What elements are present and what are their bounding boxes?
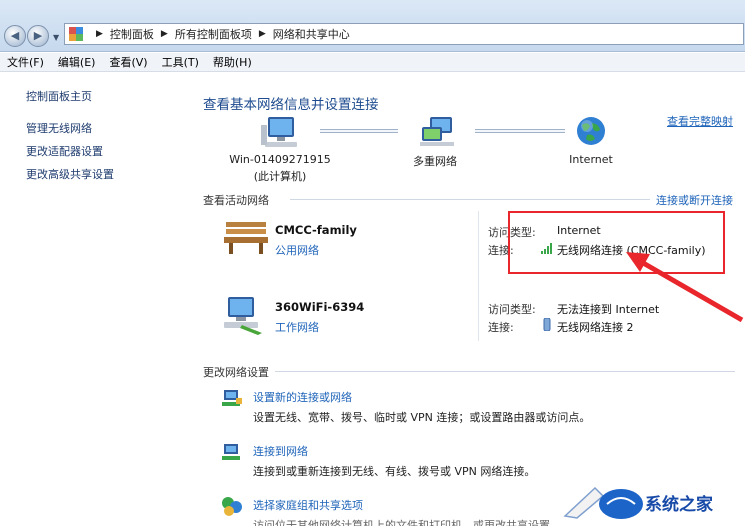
menu-view[interactable]: 查看(V) — [109, 54, 147, 70]
control-panel-icon — [69, 27, 83, 41]
back-button[interactable]: ◀ — [4, 25, 26, 47]
sidebar-item-home[interactable]: 控制面板主页 — [26, 88, 92, 104]
chevron-right-icon: ▶ — [160, 29, 168, 39]
task-description: 连接到或重新连接到无线、有线、拨号或 VPN 网络连接。 — [253, 465, 536, 478]
connection-line — [320, 129, 398, 133]
network-type-link[interactable]: 工作网络 — [275, 319, 319, 335]
setup-new-connection-link[interactable]: 设置新的连接或网络 — [253, 389, 352, 405]
breadcrumb-item-network-center[interactable]: 网络和共享中心 — [273, 26, 350, 42]
sidebar-item-advanced-sharing[interactable]: 更改高级共享设置 — [26, 166, 114, 182]
task-description: 设置无线、宽带、拨号、临时或 VPN 连接；或设置路由器或访问点。 — [253, 411, 591, 424]
public-network-bench-icon[interactable] — [222, 218, 270, 256]
computer-name: Win-01409271915 — [229, 153, 331, 166]
multiple-networks-label: 多重网络 — [413, 155, 457, 168]
breadcrumb-item-all-items[interactable]: 所有控制面板项 — [175, 26, 252, 42]
network-type-link[interactable]: 公用网络 — [275, 242, 319, 258]
address-bar[interactable]: ▶ 控制面板 ▶ 所有控制面板项 ▶ 网络和共享中心 — [64, 23, 744, 45]
menu-file[interactable]: 文件(F) — [7, 54, 44, 70]
vertical-divider — [478, 211, 479, 341]
connect-to-network-link[interactable]: 连接到网络 — [253, 443, 308, 459]
work-network-icon[interactable] — [222, 295, 268, 337]
access-type-label: 访问类型: — [488, 303, 536, 316]
change-settings-heading: 更改网络设置 — [203, 366, 269, 379]
network-name: 360WiFi-6394 — [275, 300, 365, 314]
chevron-right-icon: ▶ — [96, 29, 103, 39]
breadcrumb-item-control-panel[interactable]: 控制面板 — [110, 26, 154, 42]
annotation-arrow — [626, 252, 744, 323]
task-description: 访问位于其他网络计算机上的文件和打印机，或更改共享设置 — [253, 519, 550, 526]
multiple-networks-icon[interactable] — [420, 115, 456, 149]
connection-label: 连接: — [488, 321, 514, 334]
forward-button[interactable]: ▶ — [27, 25, 49, 47]
connection-line — [475, 129, 565, 133]
connect-to-network-icon — [222, 444, 240, 460]
computer-sub-label: (此计算机) — [253, 170, 307, 183]
menu-tools[interactable]: 工具(T) — [162, 54, 199, 70]
connect-disconnect-link[interactable]: 连接或断开连接 — [656, 192, 733, 208]
section-divider — [290, 199, 650, 200]
network-name: CMCC-family — [275, 223, 357, 237]
page-title: 查看基本网络信息并设置连接 — [203, 97, 379, 113]
sidebar-item-adapter-settings[interactable]: 更改适配器设置 — [26, 143, 103, 159]
computer-icon[interactable] — [260, 115, 300, 151]
watermark-text: 系统之家 — [645, 495, 713, 515]
chevron-right-icon: ▶ — [258, 29, 266, 39]
internet-label: Internet — [569, 153, 613, 166]
homegroup-icon — [222, 497, 242, 516]
globe-icon[interactable] — [575, 115, 607, 147]
menu-bar: 文件(F) 编辑(E) 查看(V) 工具(T) 帮助(H) — [0, 53, 745, 72]
recent-pages-dropdown[interactable]: ▼ — [53, 33, 59, 42]
section-divider — [275, 371, 735, 372]
sidebar-item-manage-wireless[interactable]: 管理无线网络 — [26, 120, 92, 136]
new-connection-icon — [222, 390, 242, 406]
active-networks-heading: 查看活动网络 — [203, 194, 269, 207]
sidebar: 控制面板主页 管理无线网络 更改适配器设置 更改高级共享设置 — [0, 73, 190, 526]
see-full-map-link[interactable]: 查看完整映射 — [667, 115, 737, 129]
homegroup-sharing-link[interactable]: 选择家庭组和共享选项 — [253, 497, 363, 513]
wireless-adapter-icon — [543, 318, 551, 331]
menu-help[interactable]: 帮助(H) — [213, 54, 252, 70]
title-bar: ◀ ▶ ▼ ▶ 控制面板 ▶ 所有控制面板项 ▶ 网络和共享中心 — [0, 0, 745, 52]
menu-edit[interactable]: 编辑(E) — [58, 54, 96, 70]
